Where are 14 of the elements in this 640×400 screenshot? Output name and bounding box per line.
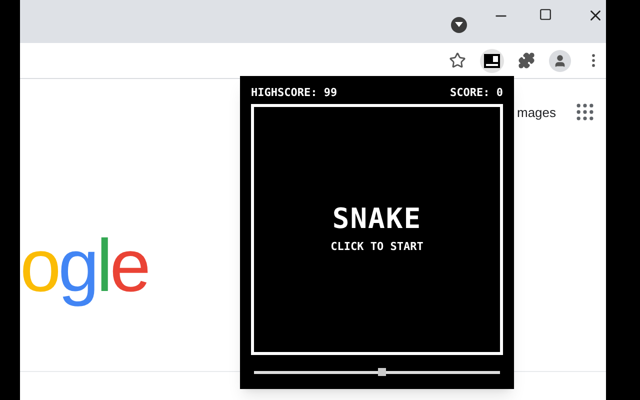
profile-icon[interactable] <box>549 50 571 72</box>
speed-slider[interactable] <box>254 367 500 377</box>
maximize-icon[interactable] <box>539 8 552 21</box>
game-board[interactable]: SNAKE CLICK TO START <box>251 104 503 355</box>
images-link[interactable]: mages <box>517 103 556 122</box>
game-title: SNAKE <box>332 203 422 236</box>
start-prompt: CLICK TO START <box>330 239 424 256</box>
dropdown-icon[interactable] <box>451 17 467 33</box>
bookmark-star-icon[interactable] <box>449 52 466 69</box>
extension-icon[interactable] <box>480 48 504 72</box>
puzzle-icon[interactable] <box>518 52 535 69</box>
apps-grid-icon[interactable] <box>574 101 596 123</box>
score-label: SCORE: 0 <box>450 86 503 100</box>
highscore-label: HIGHSCORE: 99 <box>251 86 338 100</box>
